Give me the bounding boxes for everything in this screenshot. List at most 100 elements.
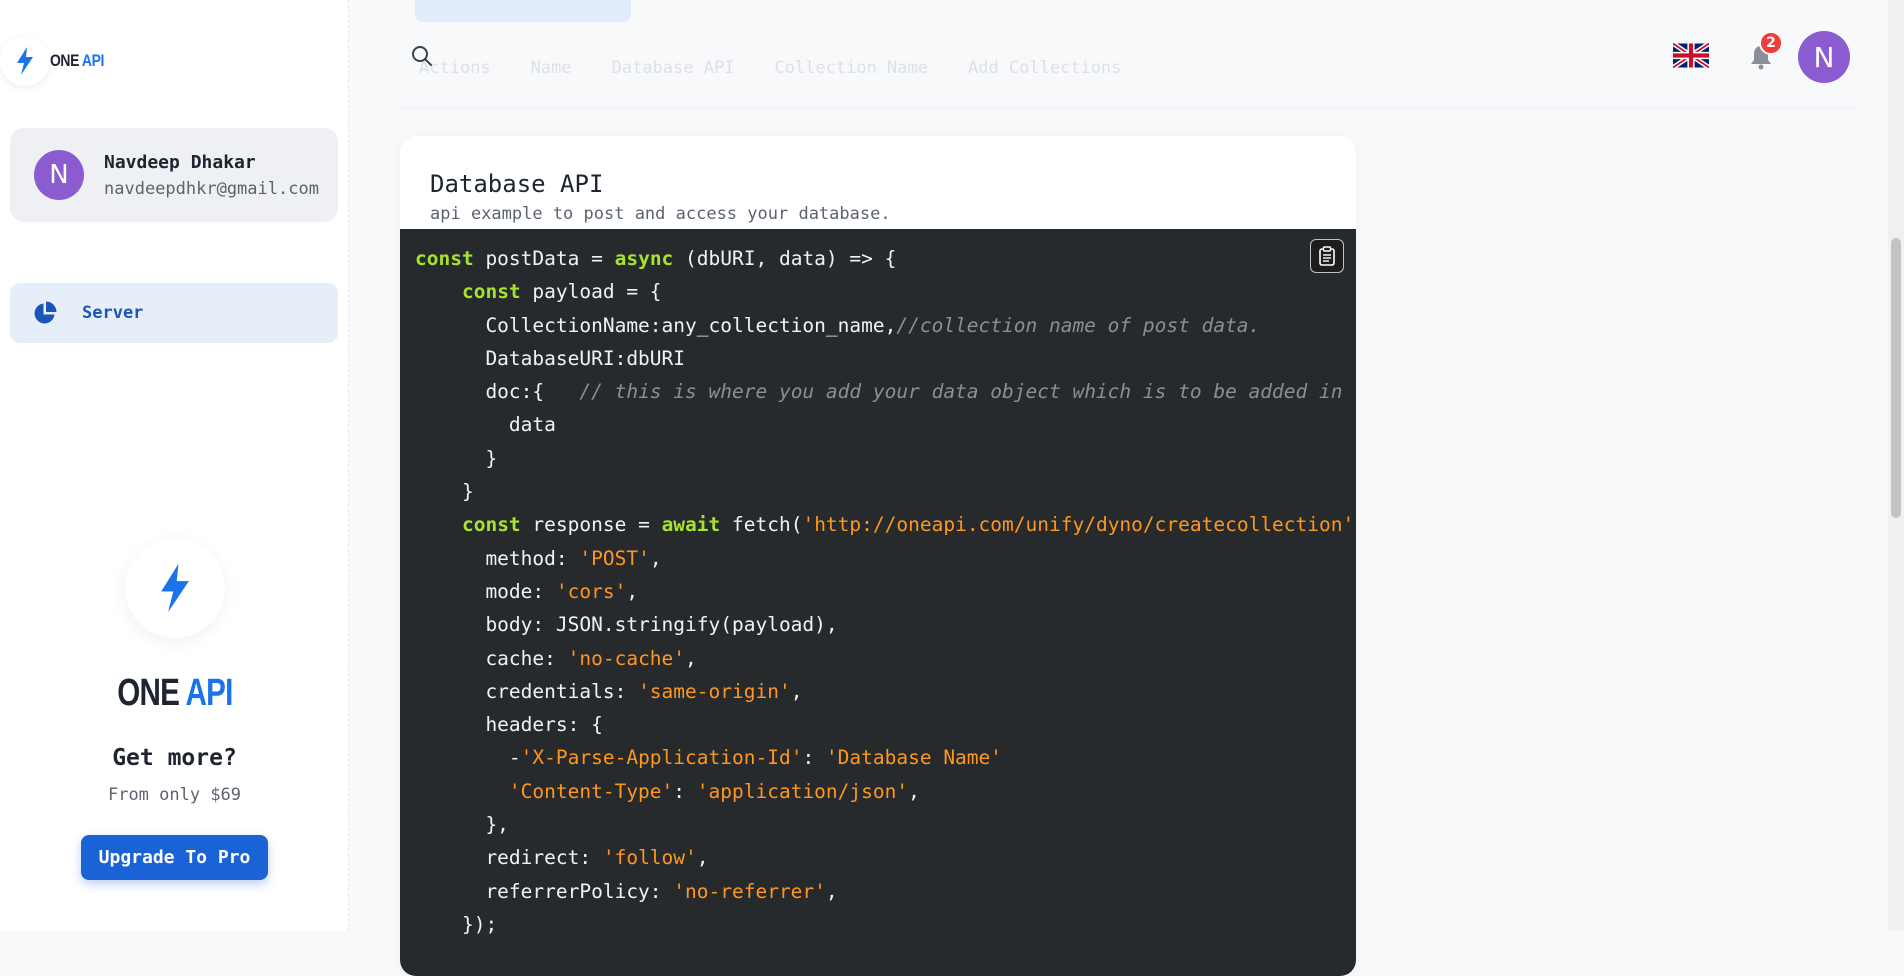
code-token: // this is where you add your data objec… [579, 380, 1356, 404]
code-token: postData = [473, 247, 615, 270]
code-line: }, [415, 808, 1356, 841]
code-token: }, [415, 813, 509, 837]
code-token: 'no-referrer' [673, 879, 826, 903]
code-token: await [661, 513, 721, 537]
faded-tab: Database API [611, 58, 735, 78]
code-token: : [673, 779, 697, 803]
clipboard-icon[interactable] [1310, 239, 1344, 273]
code-token: referrerPolicy: [415, 879, 674, 903]
code-line: -'X-Parse-Application-Id': 'Database Nam… [415, 741, 1356, 774]
card-subtitle: api example to post and access your data… [430, 204, 891, 224]
faded-tab: Add Collections [967, 58, 1122, 78]
code-line: credentials: 'same-origin', [415, 675, 1356, 708]
code-token: 'cors' [555, 579, 627, 603]
code-token: credentials: [415, 679, 639, 703]
code-token: 'Database Name' [825, 746, 1003, 770]
code-token: data [415, 413, 556, 437]
top-bar: Actions Name Database API Collection Nam… [349, 0, 1904, 110]
code-token: //collection name of post data. [896, 313, 1261, 337]
code-line: }); [415, 908, 1356, 941]
code-line: method: 'POST', [415, 542, 1356, 575]
sidebar-item-label: Server [82, 303, 144, 323]
code-token: , [825, 879, 838, 903]
code-token: fetch( [720, 513, 803, 537]
code-token: }); [415, 912, 498, 936]
faded-tab: Collection Name [774, 58, 928, 78]
user-card[interactable]: N Navdeep Dhakar navdeepdhkr@gmail.com [10, 128, 338, 222]
code-token: 'no-cache' [567, 646, 686, 670]
code-token: async [614, 247, 674, 270]
code-token: redirect: [415, 846, 603, 870]
code-line: data [415, 408, 1356, 441]
code-token: const [461, 280, 521, 304]
code-line: body: JSON.stringify(payload), [415, 608, 1356, 641]
code-line: 'Content-Type': 'application/json', [415, 775, 1356, 808]
code-token: payload = { [520, 280, 662, 304]
promo-title: Get more? [112, 745, 237, 771]
code-token: mode: [415, 579, 556, 603]
promo-lightning-icon [124, 538, 225, 638]
upgrade-to-pro-button[interactable]: Upgrade To Pro [81, 835, 268, 880]
code-token: cache: [415, 646, 568, 670]
code-token: , [626, 579, 639, 603]
code-line: } [415, 442, 1356, 475]
code-line: DatabaseURI:dbURI [415, 342, 1356, 375]
promo-brand: ONE API [116, 672, 233, 714]
code-token: (dbURI, data) => { [673, 247, 897, 270]
code-block[interactable]: const postData = async (dbURI, data) => … [400, 229, 1356, 976]
code-token: 'POST' [579, 546, 650, 570]
code-token: , [908, 779, 920, 803]
code-line: CollectionName:any_collection_name,//col… [415, 309, 1356, 342]
code-line: headers: { [415, 708, 1356, 741]
search-icon[interactable] [411, 45, 433, 67]
database-api-card: Database API api example to post and acc… [400, 136, 1356, 976]
code-token: headers: { [415, 713, 603, 737]
code-line: const postData = async (dbURI, data) => … [415, 242, 1356, 275]
upgrade-promo: ONE API Get more? From only $69 Upgrade … [0, 538, 349, 880]
code-token: 'http://oneapi.com/unify/dyno/createcoll… [802, 513, 1355, 537]
code-token: 'application/json' [696, 779, 909, 803]
code-token: - [415, 746, 521, 770]
code-token: : [802, 746, 826, 770]
code-line: const payload = { [415, 275, 1356, 308]
code-token: const [461, 513, 521, 537]
user-email: navdeepdhkr@gmail.com [104, 178, 319, 199]
code-line: referrerPolicy: 'no-referrer', [415, 875, 1356, 908]
code-line: cache: 'no-cache', [415, 642, 1356, 675]
code-token: , [649, 546, 662, 570]
code-line: doc:{ // this is where you add your data… [415, 375, 1356, 408]
user-info: Navdeep Dhakar navdeepdhkr@gmail.com [104, 152, 319, 199]
page-scrollbar[interactable] [1888, 0, 1904, 931]
faded-tab: Name [530, 58, 572, 78]
code-token: 'follow' [602, 846, 697, 870]
pie-chart-icon [32, 300, 58, 326]
faded-table-header: Actions Name Database API Collection Nam… [419, 58, 1122, 78]
code-token: doc:{ [415, 380, 580, 404]
code-line: mode: 'cors', [415, 575, 1356, 608]
profile-avatar[interactable]: N [1798, 31, 1850, 83]
code-token: method: [415, 546, 580, 570]
code-token: CollectionName:any_collection_name, [415, 313, 897, 337]
card-title: Database API [430, 170, 604, 198]
sidebar-item-server[interactable]: Server [10, 283, 338, 343]
code-token: response = [520, 513, 662, 537]
code-content: const postData = async (dbURI, data) => … [415, 242, 1356, 941]
code-token: DatabaseURI:dbURI [415, 346, 686, 370]
code-token: , [685, 646, 697, 670]
faded-add-button [415, 0, 631, 22]
code-token: 'X-Parse-Application-Id' [520, 746, 803, 770]
sidebar: ONE API N Navdeep Dhakar navdeepdhkr@gma… [0, 0, 349, 931]
scrollbar-thumb[interactable] [1891, 238, 1901, 518]
code-token: 'Content-Type' [508, 779, 674, 803]
code-line: const response = await fetch('http://one… [415, 508, 1356, 541]
notification-badge: 2 [1759, 31, 1783, 55]
uk-flag-icon[interactable] [1671, 41, 1711, 70]
user-avatar: N [34, 150, 84, 200]
brand-wordmark: ONE API [50, 51, 104, 70]
promo-subtitle: From only $69 [107, 785, 242, 805]
brand-logo[interactable]: ONE API [0, 36, 116, 86]
code-token: , [790, 679, 803, 703]
